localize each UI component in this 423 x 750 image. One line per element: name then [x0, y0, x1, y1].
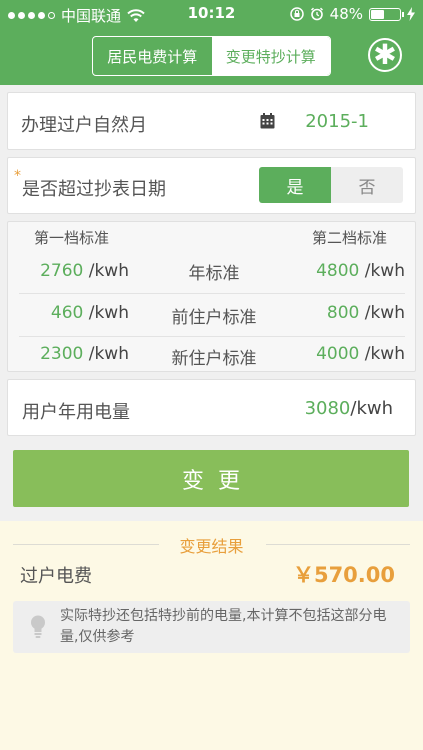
alarm-icon — [310, 7, 323, 21]
transfer-month-value[interactable]: 2015-1 — [305, 111, 369, 132]
transfer-month-row[interactable]: 办理过户自然月 2015-1 — [7, 92, 416, 150]
first-tier-value: 460 — [50, 303, 84, 323]
note-text: 实际特抄还包括特抄前的电量,本计算不包括这部分电量,仅供参考 — [60, 608, 387, 645]
second-tier-value: 800 — [326, 303, 360, 323]
battery-level — [371, 9, 385, 19]
first-tier-header: 第一档标准 — [34, 229, 110, 247]
first-tier-value: 2760 — [40, 261, 84, 281]
change-button[interactable]: 变更 — [13, 450, 409, 507]
charging-icon — [407, 7, 415, 21]
row-label: 年标准 — [188, 264, 240, 284]
battery-icon — [369, 7, 404, 21]
reference-note: 实际特抄还包括特抄前的电量,本计算不包括这部分电量,仅供参考 — [13, 601, 410, 653]
rotation-lock-icon — [289, 7, 304, 21]
table-row: 2760 /kwh 年标准 4800 /kwh — [19, 252, 405, 294]
calculator-mode-switch: 居民电费计算 变更特抄计算 — [92, 36, 331, 76]
transfer-fee-label: 过户电费 — [20, 566, 92, 587]
over-reading-toggle: 是 否 — [259, 167, 403, 203]
annual-usage-row: 用户年用电量 3080/kwh — [7, 379, 416, 436]
unit: /kwh — [88, 344, 129, 364]
annual-usage-unit: /kwh — [350, 398, 393, 419]
required-mark: * — [14, 168, 21, 184]
lightbulb-icon — [31, 615, 45, 638]
asterisk-icon[interactable]: ✱ — [368, 38, 402, 72]
divider — [266, 544, 410, 545]
app-header: 中国联通 10:12 48% 居民电费计算 变更特抄计算 ✱ — [0, 0, 423, 85]
tab-residential-fee[interactable]: 居民电费计算 — [93, 37, 212, 75]
battery-percent: 48% — [329, 5, 363, 23]
first-tier-value: 2300 — [40, 344, 84, 364]
status-bar: 中国联通 10:12 48% — [0, 0, 423, 28]
second-tier-value: 4000 — [316, 344, 360, 364]
over-reading-label: 是否超过抄表日期 — [22, 179, 166, 200]
unit: /kwh — [364, 303, 405, 323]
unit: /kwh — [88, 261, 129, 281]
over-reading-row: * 是否超过抄表日期 是 否 — [7, 157, 416, 214]
calendar-icon[interactable] — [260, 113, 275, 129]
yes-button[interactable]: 是 — [259, 167, 331, 203]
second-tier-value: 4800 — [316, 261, 360, 281]
status-right: 48% — [289, 5, 415, 23]
unit: /kwh — [364, 344, 405, 364]
standards-table: 第一档标准 第二档标准 2760 /kwh 年标准 4800 /kwh 460 … — [7, 221, 416, 372]
row-label: 前住户标准 — [171, 308, 257, 328]
table-row: 460 /kwh 前住户标准 800 /kwh — [19, 295, 405, 337]
no-button[interactable]: 否 — [331, 167, 403, 203]
annual-usage-value[interactable]: 3080 — [305, 398, 351, 419]
transfer-month-label: 办理过户自然月 — [21, 115, 147, 136]
table-row: 2300 /kwh 新住户标准 4000 /kwh — [19, 338, 405, 380]
result-title: 变更结果 — [179, 537, 244, 556]
second-tier-header: 第二档标准 — [311, 229, 387, 247]
transfer-fee-value: ￥570.00 — [292, 563, 395, 587]
unit: /kwh — [364, 261, 405, 281]
tab-change-special-reading[interactable]: 变更特抄计算 — [211, 37, 330, 75]
unit: /kwh — [88, 303, 129, 323]
row-label: 新住户标准 — [171, 349, 257, 369]
annual-usage-label: 用户年用电量 — [22, 402, 130, 423]
result-panel: 变更结果 过户电费 ￥570.00 实际特抄还包括特抄前的电量,本计算不包括这部… — [0, 521, 423, 750]
